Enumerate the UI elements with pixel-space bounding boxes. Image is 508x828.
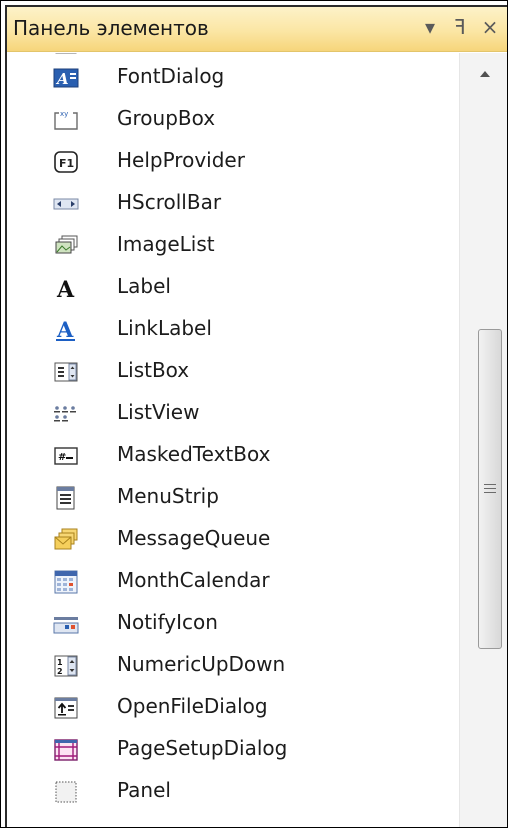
list-item-label: MenuStrip: [117, 484, 219, 508]
list-item-fontdialog[interactable]: A FontDialog: [7, 57, 459, 99]
list-item-label-control[interactable]: A Label: [7, 267, 459, 309]
list-item-label: ImageList: [117, 232, 215, 256]
toolbox-item-list: A FontDialog xy GroupBox F1 HelpProvider…: [7, 53, 459, 827]
svg-text:A: A: [56, 317, 74, 342]
list-item-label: ListView: [117, 400, 200, 424]
list-item-label: FontDialog: [117, 64, 225, 88]
pin-icon[interactable]: ꟻ: [449, 13, 471, 41]
groupbox-icon: xy: [54, 110, 78, 130]
list-item-label: MonthCalendar: [117, 568, 270, 592]
listview-icon: [54, 406, 76, 422]
list-item-pagesetupdialog[interactable]: PageSetupDialog: [7, 729, 459, 771]
list-item-label: HScrollBar: [117, 190, 222, 214]
list-item-label: ListBox: [117, 358, 190, 382]
list-item-listbox[interactable]: ListBox: [7, 351, 459, 393]
toolbox-panel: Панель элементов ▾ ꟻ × A FontDialog xy G…: [5, 5, 507, 827]
toolbox-window-frame: Панель элементов ▾ ꟻ × A FontDialog xy G…: [0, 0, 508, 828]
vertical-scrollbar[interactable]: [459, 53, 507, 827]
panel-icon: [55, 781, 77, 803]
svg-text:2: 2: [57, 667, 63, 676]
toolbox-title-bar[interactable]: Панель элементов ▾ ꟻ ×: [7, 7, 507, 52]
list-item-label: HelpProvider: [117, 148, 245, 172]
messagequeue-icon: [54, 528, 78, 550]
close-icon[interactable]: ×: [479, 13, 501, 41]
label-icon: A: [56, 277, 75, 301]
notifyicon-icon: [53, 617, 79, 634]
list-item-linklabel[interactable]: A LinkLabel: [7, 309, 459, 351]
list-item-groupbox[interactable]: xy GroupBox: [7, 99, 459, 141]
list-item-label: OpenFileDialog: [117, 694, 268, 718]
menustrip-icon: [56, 486, 75, 510]
listbox-icon: [54, 362, 78, 382]
list-item-panel[interactable]: Panel: [7, 771, 459, 813]
monthcalendar-icon: [54, 570, 78, 594]
list-item-label: MaskedTextBox: [117, 442, 271, 466]
help-provider-icon: F1: [54, 151, 78, 173]
list-item-maskedtextbox[interactable]: # MaskedTextBox: [7, 435, 459, 477]
numericupdown-icon: 1 2: [54, 655, 78, 677]
list-item-messagequeue[interactable]: MessageQueue: [7, 519, 459, 561]
list-item-helpprovider[interactable]: F1 HelpProvider: [7, 141, 459, 183]
list-item-label: Panel: [117, 778, 171, 802]
list-item-hscrollbar[interactable]: HScrollBar: [7, 183, 459, 225]
list-item-label: Label: [117, 274, 171, 298]
list-item-label: NumericUpDown: [117, 652, 286, 676]
svg-text:F1: F1: [59, 157, 74, 170]
thumb-grip-line: [484, 492, 496, 493]
list-item-label: LinkLabel: [117, 316, 212, 340]
list-item-label: GroupBox: [117, 106, 216, 130]
dropdown-arrow-icon[interactable]: ▾: [419, 13, 441, 41]
thumb-grip-line: [484, 484, 496, 485]
list-item-label: NotifyIcon: [117, 610, 218, 634]
hscrollbar-icon: [53, 198, 79, 210]
linklabel-icon: A: [56, 317, 75, 342]
pagesetupdialog-icon: [54, 739, 78, 761]
openfiledialog-icon: [54, 697, 78, 719]
list-item-label: PageSetupDialog: [117, 736, 288, 760]
list-item-notifyicon[interactable]: NotifyIcon: [7, 603, 459, 645]
svg-text:xy: xy: [60, 110, 68, 118]
thumb-grip-line: [484, 488, 496, 489]
list-item-numericupdown[interactable]: 1 2 NumericUpDown: [7, 645, 459, 687]
toolbox-title: Панель элементов: [13, 16, 209, 40]
scrollbar-thumb[interactable]: [478, 329, 502, 649]
svg-text:A: A: [56, 277, 75, 301]
list-item-openfiledialog[interactable]: OpenFileDialog: [7, 687, 459, 729]
list-item-menustrip[interactable]: MenuStrip: [7, 477, 459, 519]
list-item-label: MessageQueue: [117, 526, 271, 550]
list-item-listview[interactable]: ListView: [7, 393, 459, 435]
svg-text:1: 1: [57, 658, 63, 667]
scroll-up-arrow-icon[interactable]: [480, 71, 490, 77]
imagelist-icon: [55, 235, 78, 254]
list-item-imagelist[interactable]: ImageList: [7, 225, 459, 267]
svg-text:A: A: [55, 70, 69, 88]
list-item-monthcalendar[interactable]: MonthCalendar: [7, 561, 459, 603]
svg-text:#: #: [58, 452, 66, 463]
font-dialog-icon: A: [53, 68, 79, 88]
maskedtextbox-icon: #: [54, 447, 78, 465]
